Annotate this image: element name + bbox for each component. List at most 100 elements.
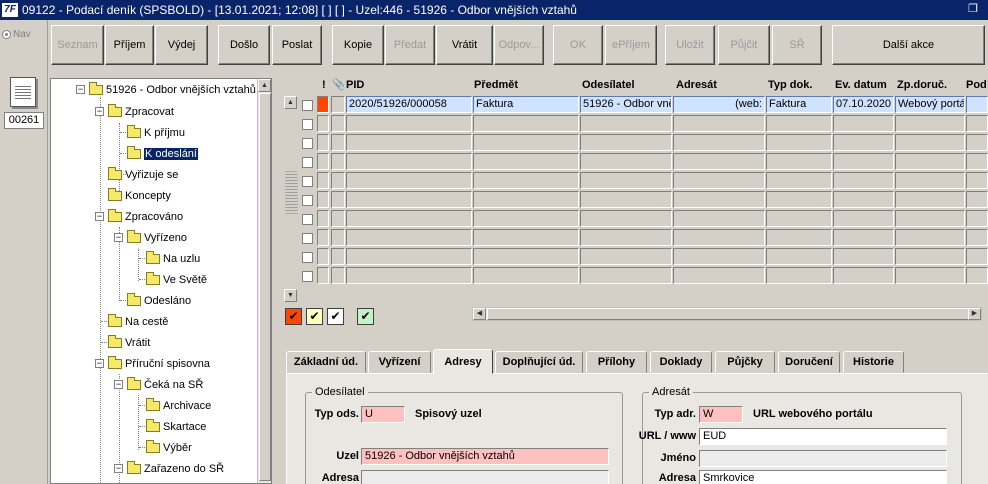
grid-cell[interactable] bbox=[473, 248, 579, 265]
row-checkbox[interactable] bbox=[302, 157, 313, 168]
grid-cell[interactable] bbox=[766, 153, 832, 170]
grid-cell[interactable] bbox=[833, 210, 894, 227]
col-header-predmet[interactable]: Předmět bbox=[474, 76, 574, 94]
typ-ods-field[interactable]: U bbox=[361, 406, 405, 423]
collapse-toggle[interactable]: − bbox=[114, 464, 123, 473]
scroll-up-icon[interactable]: ▲ bbox=[258, 79, 271, 92]
grid-cell[interactable] bbox=[346, 248, 472, 265]
ulozit-button[interactable]: Uložit bbox=[665, 25, 715, 65]
grid-cell[interactable] bbox=[317, 153, 329, 170]
grid-cell[interactable] bbox=[966, 229, 988, 246]
grid-cell[interactable] bbox=[473, 191, 579, 208]
tree-node-ve-svete[interactable]: Ve Světě bbox=[146, 271, 207, 288]
eprijem-button[interactable]: ePříjem bbox=[605, 25, 657, 65]
row-checkbox[interactable] bbox=[302, 119, 313, 130]
row-checkbox[interactable] bbox=[302, 138, 313, 149]
grid-cell[interactable] bbox=[473, 134, 579, 151]
jmeno-field[interactable] bbox=[699, 450, 947, 467]
grid-cell[interactable] bbox=[895, 248, 965, 265]
grid-cell[interactable] bbox=[580, 153, 672, 170]
scroll-down-icon[interactable]: ▼ bbox=[284, 289, 297, 302]
pujcit-button[interactable]: Půjčit bbox=[718, 25, 770, 65]
row-checkbox[interactable] bbox=[302, 252, 313, 263]
grid-cell[interactable] bbox=[317, 248, 329, 265]
scroll-left-icon[interactable]: ◀ bbox=[473, 308, 486, 320]
tree-node-zarazeno-do-sr[interactable]: Zařazeno do SŘ bbox=[127, 460, 224, 477]
tree-node-na-uzlu[interactable]: Na uzlu bbox=[146, 250, 200, 267]
grid-cell[interactable] bbox=[895, 210, 965, 227]
tab-doruceni[interactable]: Doručení bbox=[778, 351, 840, 373]
col-header-ev-datum[interactable]: Ev. datum bbox=[835, 76, 895, 94]
col-header-pid[interactable]: PID bbox=[346, 76, 466, 94]
tree-node-k-odeslani[interactable]: K odeslání bbox=[127, 145, 198, 162]
grid-cell[interactable] bbox=[966, 267, 988, 284]
grid-cell[interactable] bbox=[473, 153, 579, 170]
filter-green-checkbox[interactable]: ✔ bbox=[357, 308, 374, 325]
grid-cell[interactable] bbox=[473, 229, 579, 246]
grid-cell[interactable] bbox=[317, 115, 329, 132]
col-header-odesilatel[interactable]: Odesílatel bbox=[582, 76, 672, 94]
col-header-flag[interactable]: ! bbox=[322, 76, 330, 94]
tree-node-k-prijmu[interactable]: K příjmu bbox=[127, 124, 185, 141]
collapse-toggle[interactable]: − bbox=[114, 380, 123, 389]
restore-window-icon[interactable]: ❐ bbox=[968, 3, 980, 15]
filter-white-checkbox[interactable]: ✔ bbox=[327, 308, 344, 325]
odpov-button[interactable]: Odpov... bbox=[494, 25, 544, 65]
cell-ev-datum[interactable]: 07.10.2020 bbox=[833, 96, 894, 113]
grid-cell[interactable] bbox=[966, 248, 988, 265]
tab-pujcky[interactable]: Půjčky bbox=[715, 351, 775, 373]
grid-cell[interactable] bbox=[766, 210, 832, 227]
typ-adr-field[interactable]: W bbox=[699, 406, 743, 423]
tree-node-prirucni-spisovna[interactable]: Příruční spisovna bbox=[108, 355, 210, 372]
grid-cell[interactable] bbox=[673, 134, 765, 151]
grid-cell[interactable] bbox=[473, 267, 579, 284]
sr-button[interactable]: SŘ bbox=[772, 25, 822, 65]
grid-cell[interactable] bbox=[346, 134, 472, 151]
grid-cell[interactable] bbox=[580, 191, 672, 208]
col-header-attachment[interactable]: 📎 bbox=[332, 76, 344, 94]
tree-node-51926[interactable]: 51926 - Odbor vnějších vztahů bbox=[89, 81, 256, 98]
grid-cell[interactable] bbox=[580, 267, 672, 284]
grid-cell[interactable] bbox=[473, 115, 579, 132]
grid-cell[interactable] bbox=[895, 153, 965, 170]
grid-cell[interactable] bbox=[346, 153, 472, 170]
grid-cell[interactable] bbox=[833, 267, 894, 284]
tab-doklady[interactable]: Doklady bbox=[650, 351, 712, 373]
filter-yellow-checkbox[interactable]: ✔ bbox=[306, 308, 323, 325]
cell-typ-dok[interactable]: Faktura bbox=[766, 96, 832, 113]
vratit-button[interactable]: Vrátit bbox=[436, 25, 493, 65]
tree-node-vratit[interactable]: Vrátit bbox=[108, 334, 150, 351]
cell-adresat[interactable]: (web: bbox=[673, 96, 765, 113]
grid-cell[interactable] bbox=[673, 172, 765, 189]
col-header-zp-doruc[interactable]: Zp.doruč. bbox=[897, 76, 965, 94]
nav-toggle[interactable]: Nav bbox=[2, 29, 31, 40]
grid-cell[interactable] bbox=[346, 191, 472, 208]
row-checkbox[interactable] bbox=[302, 271, 313, 282]
grid-cell[interactable] bbox=[346, 267, 472, 284]
grid-cell[interactable] bbox=[895, 134, 965, 151]
tree-node-zpracovano[interactable]: Zpracováno bbox=[108, 208, 183, 225]
row-checkbox[interactable] bbox=[302, 176, 313, 187]
grid-cell[interactable] bbox=[895, 191, 965, 208]
grid-cell[interactable] bbox=[673, 267, 765, 284]
collapse-toggle[interactable]: − bbox=[76, 85, 85, 94]
grid-cell[interactable] bbox=[473, 172, 579, 189]
grid-cell[interactable] bbox=[331, 134, 345, 151]
grid-cell[interactable] bbox=[317, 210, 329, 227]
tree-node-na-ceste[interactable]: Na cestě bbox=[108, 313, 168, 330]
tree-node-odeslano[interactable]: Odesláno bbox=[127, 292, 191, 309]
grid-cell[interactable] bbox=[833, 172, 894, 189]
tree-node-skartace[interactable]: Skartace bbox=[146, 418, 206, 435]
filter-red-checkbox[interactable]: ✔ bbox=[285, 308, 302, 325]
row-checkbox[interactable] bbox=[302, 214, 313, 225]
row-checkbox[interactable] bbox=[302, 100, 313, 111]
collapse-toggle[interactable]: − bbox=[95, 212, 104, 221]
grid-cell[interactable] bbox=[833, 248, 894, 265]
tab-historie[interactable]: Historie bbox=[843, 351, 904, 373]
grid-cell[interactable] bbox=[966, 134, 988, 151]
grid-cell[interactable] bbox=[966, 115, 988, 132]
scroll-right-icon[interactable]: ▶ bbox=[968, 308, 981, 320]
grid-cell[interactable] bbox=[473, 210, 579, 227]
grid-horizontal-scrollbar[interactable]: ◀ ▶ bbox=[472, 307, 982, 321]
grid-cell[interactable] bbox=[580, 229, 672, 246]
